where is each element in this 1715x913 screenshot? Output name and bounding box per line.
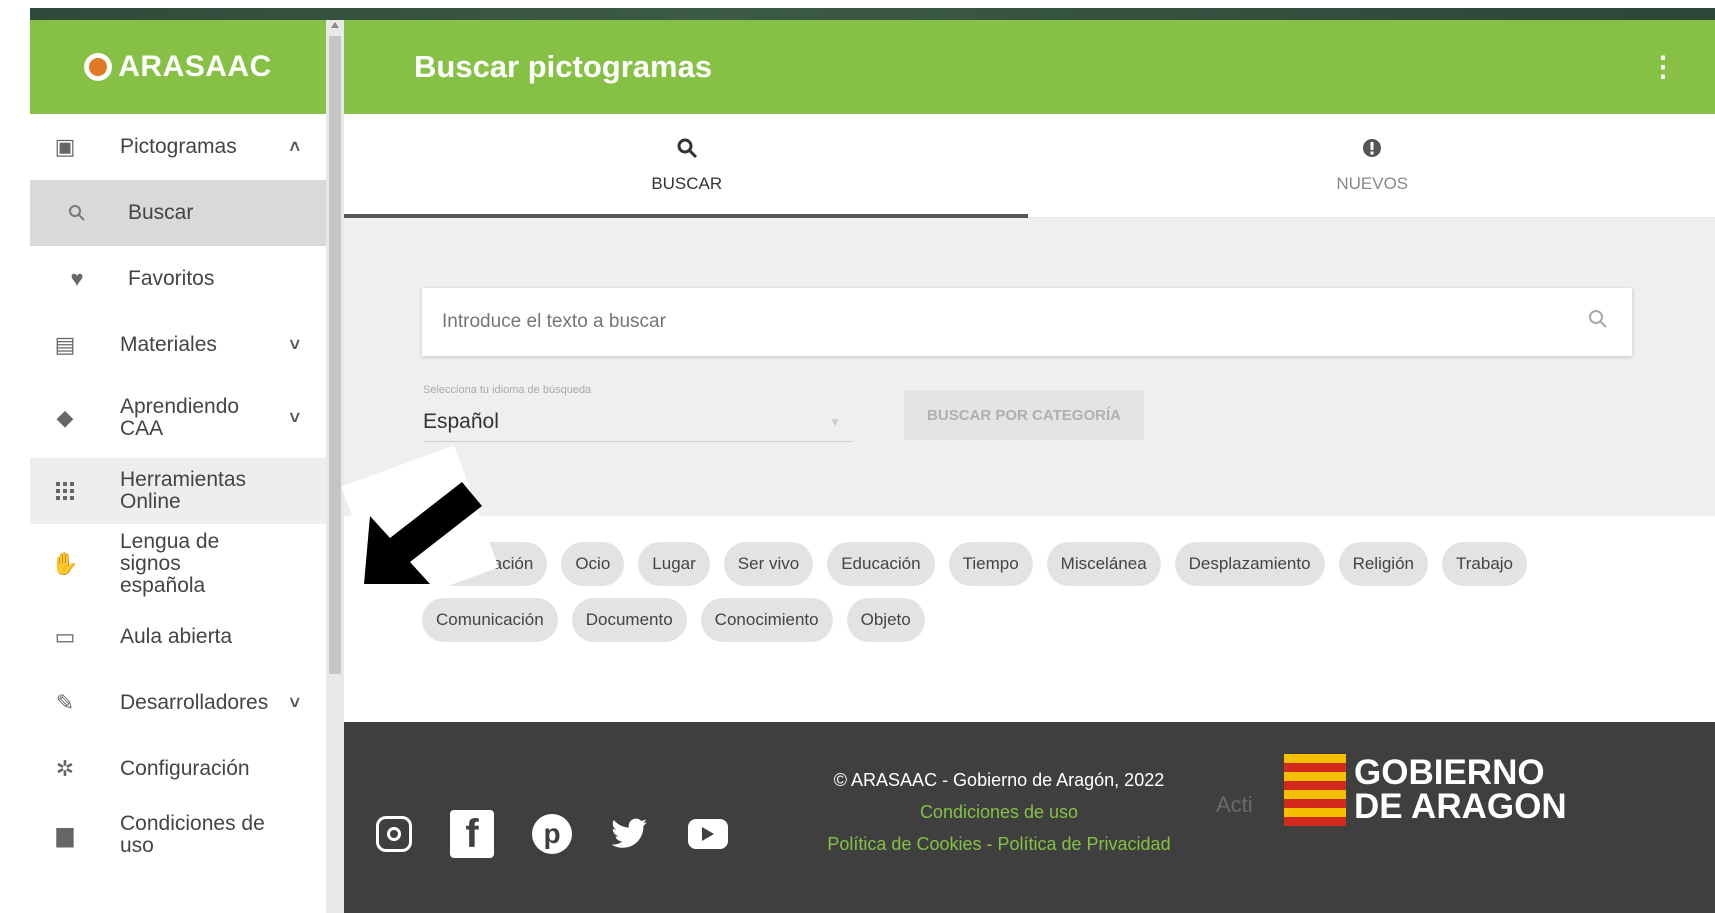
category-chip[interactable]: Objeto [846, 598, 925, 642]
sidebar-item-desarrolladores[interactable]: ✎ Desarrolladores ˅ [30, 670, 326, 736]
chevron-down-icon: ˅ [289, 692, 300, 713]
browser-top-strip [30, 8, 1715, 20]
sidebar-item-label: Pictogramas [120, 135, 237, 158]
chevron-down-icon: ˅ [289, 407, 300, 428]
category-chip[interactable]: Comunicación [422, 598, 558, 642]
logo-bar[interactable]: ARASAAC [30, 20, 326, 114]
youtube-icon[interactable] [688, 819, 728, 849]
scrollbar-thumb[interactable] [329, 36, 341, 674]
tab-nuevos[interactable]: NUEVOS [1030, 114, 1715, 217]
search-icon [64, 200, 90, 226]
main-content: Buscar pictogramas ⋮ BUSCAR NUEVOS Intro… [344, 20, 1715, 913]
sidebar-item-label: Herramientas Online [120, 468, 247, 513]
footer: f p © ARASAAC - Gobierno de Aragón, 2022… [344, 722, 1715, 913]
materials-icon: ▤ [54, 332, 76, 357]
logo-text: ARASAAC [118, 50, 272, 83]
pictogram-icon: ▣ [54, 134, 76, 159]
sidebar-item-label: Materiales [120, 333, 217, 356]
page-title: Buscar pictogramas [414, 49, 713, 84]
language-select[interactable]: Español ▼ [423, 402, 853, 442]
more-options-icon[interactable]: ⋮ [1649, 50, 1677, 83]
gov-logo-line: DE ARAGON [1354, 787, 1567, 826]
sidebar-item-pictogramas[interactable]: ▣ Pictogramas ˄ [30, 114, 326, 180]
pinterest-icon[interactable]: p [532, 814, 572, 854]
wrench-icon: ✎ [55, 690, 75, 715]
chevron-down-icon: ˅ [289, 334, 300, 355]
sidebar-item-label: Condiciones de uso [120, 812, 265, 857]
category-chip[interactable]: Educación [827, 542, 935, 586]
sidebar-item-label: Aula abierta [120, 625, 233, 648]
gov-logo-text: GOBIERNO DE ARAGON [1354, 753, 1567, 826]
category-chip[interactable]: Miscelánea [1046, 542, 1161, 586]
new-badge-icon [1361, 137, 1383, 166]
app-bar: Buscar pictogramas ⋮ [344, 20, 1715, 114]
arasaac-logo-icon [84, 53, 113, 81]
windows-activation-watermark: Acti [1216, 792, 1253, 817]
sidebar-item-label: Aprendiendo CAA [120, 395, 240, 440]
search-box [422, 288, 1632, 356]
category-chip[interactable]: Desplazamiento [1174, 542, 1325, 586]
sidebar-item-label: Lengua de signos española [120, 530, 220, 597]
category-chip[interactable]: Ser vivo [723, 542, 814, 586]
chevron-up-icon: ˄ [289, 136, 300, 157]
gov-logo-line: GOBIERNO [1354, 753, 1545, 792]
language-select-value: Español [423, 409, 499, 433]
apps-grid-icon [52, 478, 78, 504]
gobierno-aragon-logo[interactable]: GOBIERNO DE ARAGON [1284, 754, 1567, 826]
sidebar-item-lengua-de-signos[interactable]: ✋ Lengua de signos española [30, 524, 326, 604]
dropdown-arrow-icon: ▼ [829, 414, 841, 429]
facebook-icon[interactable]: f [450, 810, 494, 858]
sidebar-item-favoritos[interactable]: ♥ Favoritos [30, 246, 326, 312]
sidebar-item-label: Favoritos [128, 267, 215, 290]
search-by-category-button[interactable]: BUSCAR POR CATEGORÍA [904, 390, 1144, 440]
sign-language-icon: ✋ [51, 551, 79, 576]
category-chip[interactable]: Documento [571, 598, 687, 642]
tab-label: NUEVOS [1336, 174, 1409, 193]
sidebar-scrollbar[interactable] [326, 20, 344, 913]
search-area: Selecciona tu idioma de búsqueda Español… [344, 218, 1715, 516]
social-links: f p [376, 810, 728, 858]
sidebar-item-label: Desarrolladores [120, 691, 269, 714]
app-window: ARASAAC ▣ Pictogramas ˄ Buscar ♥ Favorit… [0, 0, 1715, 913]
scroll-up-arrow-icon[interactable] [331, 22, 339, 28]
copyright-text: © ARASAAC - Gobierno de Aragón, 2022 [833, 770, 1165, 790]
category-chip[interactable]: Ocio [561, 542, 625, 586]
language-select-label: Selecciona tu idioma de búsqueda [423, 384, 592, 396]
sidebar-item-aula-abierta[interactable]: ▭ Aula abierta [30, 604, 326, 670]
sidebar-item-configuracion[interactable]: ✲ Configuración [30, 736, 326, 802]
sidebar-item-herramientas-online[interactable]: Herramientas Online [30, 458, 326, 524]
tab-label: BUSCAR [651, 174, 723, 193]
search-input[interactable] [442, 311, 1562, 333]
sidebar-item-label: Buscar [128, 201, 194, 224]
black-arrow-annotation-icon [364, 482, 482, 584]
search-icon [676, 137, 698, 166]
gear-icon: ✲ [55, 756, 75, 781]
category-chip[interactable]: Tiempo [948, 542, 1033, 586]
sidebar-item-condiciones[interactable]: ▆ Condiciones de uso [30, 802, 326, 868]
category-chip[interactable]: Religión [1338, 542, 1428, 586]
instagram-icon[interactable] [376, 816, 412, 852]
heart-icon: ♥ [70, 266, 84, 291]
category-chips: Alimentación Ocio Lugar Ser vivo Educaci… [422, 542, 1672, 642]
sidebar-item-materiales[interactable]: ▤ Materiales ˅ [30, 312, 326, 378]
sidebar-item-buscar[interactable]: Buscar [30, 180, 326, 246]
sidebar: ARASAAC ▣ Pictogramas ˄ Buscar ♥ Favorit… [30, 20, 326, 913]
sidebar-item-label: Configuración [120, 757, 250, 780]
terms-link[interactable]: Condiciones de uso [799, 796, 1199, 828]
policies-link[interactable]: Política de Cookies - Política de Privac… [799, 828, 1199, 860]
twitter-icon[interactable] [610, 814, 650, 854]
search-icon[interactable] [1588, 309, 1608, 335]
footer-legal: © ARASAAC - Gobierno de Aragón, 2022 Con… [799, 764, 1199, 860]
sidebar-item-aprendiendo-caa[interactable]: ◆ Aprendiendo CAA ˅ [30, 378, 326, 458]
graduation-cap-icon: ◆ [56, 405, 74, 430]
aragon-flag-icon [1284, 754, 1346, 826]
tab-bar: BUSCAR NUEVOS [344, 114, 1715, 218]
category-chip[interactable]: Trabajo [1442, 542, 1528, 586]
briefcase-icon: ▆ [56, 822, 74, 847]
tab-buscar[interactable]: BUSCAR [344, 114, 1030, 217]
category-chip[interactable]: Conocimiento [700, 598, 833, 642]
classroom-icon: ▭ [54, 624, 76, 649]
category-chip[interactable]: Lugar [638, 542, 710, 586]
